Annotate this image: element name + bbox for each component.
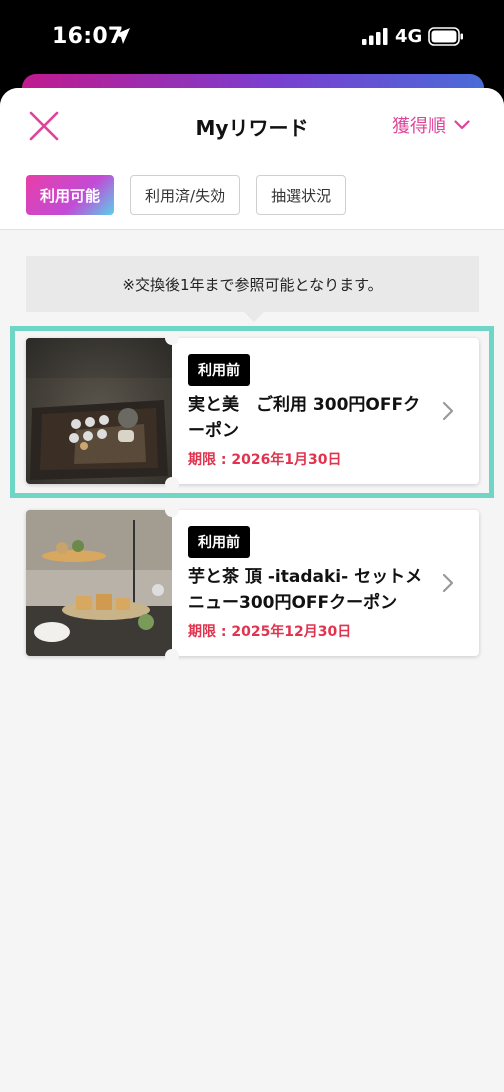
sort-dropdown[interactable]: 獲得順: [392, 112, 470, 138]
location-arrow-icon: [114, 28, 130, 44]
coupon-expiry: 期限 : 2025年12月30日: [188, 624, 352, 640]
sort-label: 獲得順: [392, 116, 446, 137]
sheet-header: Myリワード 獲得順 利用可能 利用済/失効 抽選状況: [0, 88, 504, 230]
signal-icon: [362, 28, 388, 45]
network-label: 4G: [395, 26, 423, 47]
notice-pointer: [244, 312, 264, 322]
ticket-notch: [165, 649, 179, 663]
tab-available[interactable]: 利用可能: [26, 175, 115, 215]
status-bar: 16:07 4G: [0, 0, 504, 76]
coupon-image-afternoon-tea: [26, 510, 172, 656]
tab-lottery-status[interactable]: 抽選状況: [256, 175, 347, 215]
rewards-sheet: Myリワード 獲得順 利用可能 利用済/失効 抽選状況 ※交換後1年まで参照可能…: [0, 88, 504, 1092]
battery-icon: [428, 27, 463, 46]
chevron-right-icon: [442, 573, 454, 593]
ticket-notch: [165, 503, 179, 517]
coupon-image-tea-set: [26, 338, 172, 484]
coupon-card[interactable]: 利用前 芋と茶 頂 -itadaki- セットメニュー300円OFFクーポン 期…: [26, 503, 479, 663]
status-badge: 利用前: [188, 526, 250, 558]
ticket-notch: [165, 331, 179, 345]
notice-banner: ※交換後1年まで参照可能となります。: [26, 256, 479, 312]
chevron-right-icon: [442, 401, 454, 421]
status-badge: 利用前: [188, 354, 250, 386]
chevron-down-icon: [454, 120, 470, 130]
coupon-card[interactable]: 利用前 実と美 ご利用 300円OFFクーポン 期限 : 2026年1月30日: [26, 331, 479, 491]
coupon-expiry: 期限 : 2026年1月30日: [188, 452, 342, 468]
ticket-notch: [165, 477, 179, 491]
coupon-title: 実と美 ご利用 300円OFFクーポン: [188, 395, 421, 441]
tab-used-expired[interactable]: 利用済/失効: [130, 175, 241, 215]
filter-tabs: 利用可能 利用済/失効 抽選状況: [26, 175, 362, 215]
coupon-title: 芋と茶 頂 -itadaki- セットメニュー300円OFFクーポン: [188, 567, 423, 613]
